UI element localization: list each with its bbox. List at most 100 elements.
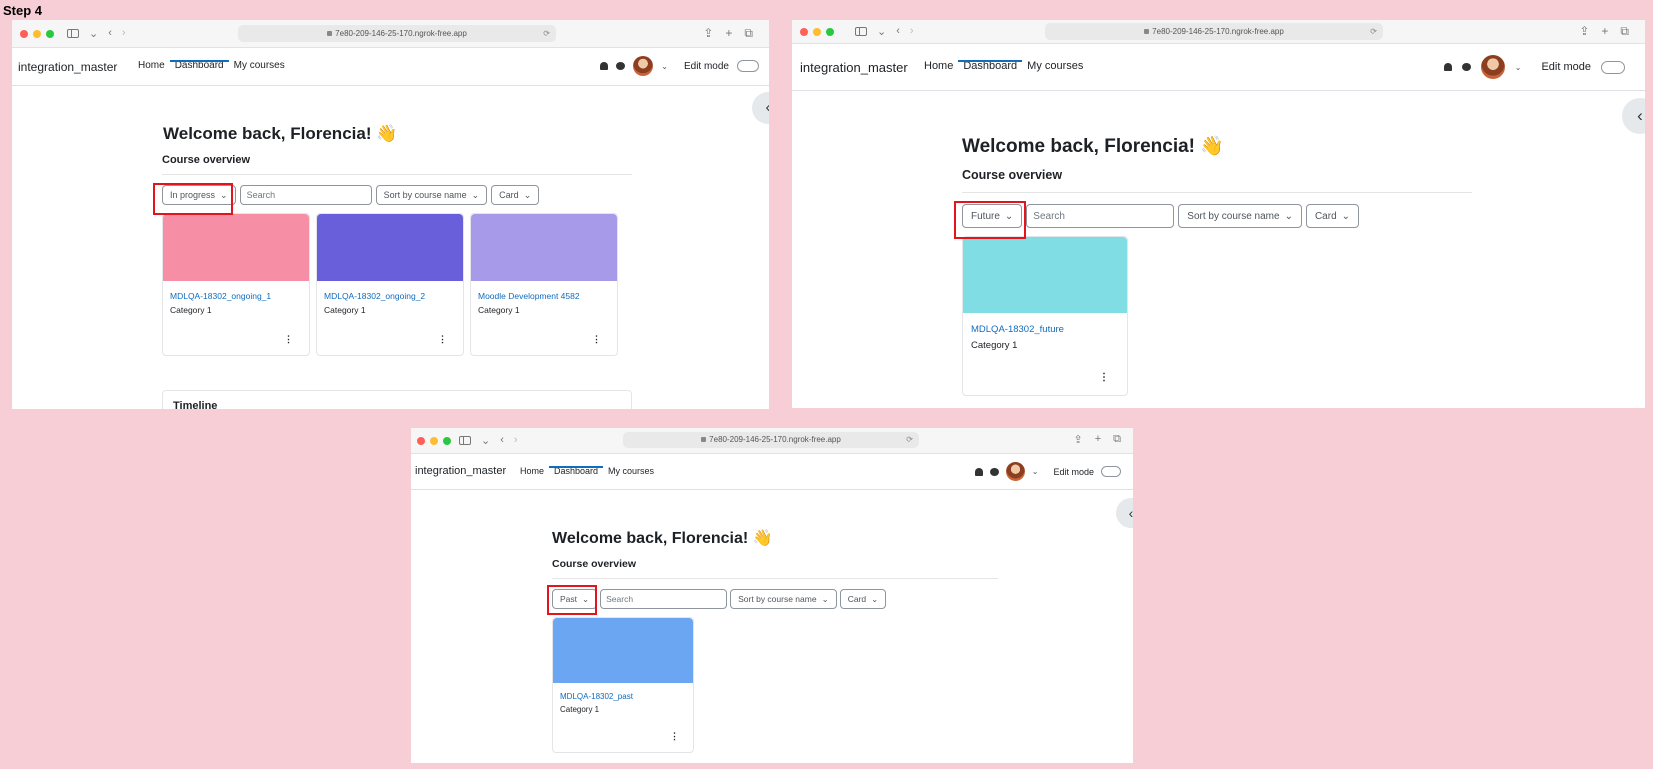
edit-mode-toggle[interactable] xyxy=(1101,466,1121,477)
tabs-overview-icon[interactable]: ⧉ xyxy=(744,26,753,41)
view-dropdown[interactable]: Card ⌄ xyxy=(491,185,540,205)
search-input[interactable]: Search xyxy=(600,589,728,609)
site-name[interactable]: integration_master xyxy=(800,60,908,75)
nav-my-courses[interactable]: My courses xyxy=(603,466,659,476)
course-card[interactable]: MDLQA-18302_past Category 1 ⋮ xyxy=(552,617,694,753)
back-icon[interactable]: ‹ xyxy=(500,434,504,447)
sort-dropdown[interactable]: Sort by course name ⌄ xyxy=(375,185,488,205)
course-actions-menu-icon[interactable]: ⋮ xyxy=(592,334,601,345)
bell-icon[interactable] xyxy=(1443,63,1452,71)
minimize-window-button[interactable] xyxy=(33,30,41,38)
new-tab-icon[interactable]: + xyxy=(1095,433,1101,446)
view-dropdown[interactable]: Card ⌄ xyxy=(839,589,887,609)
avatar[interactable] xyxy=(633,56,654,76)
avatar[interactable] xyxy=(1480,55,1505,79)
chevron-down-icon[interactable]: ⌄ xyxy=(877,25,886,38)
course-image[interactable] xyxy=(963,237,1127,313)
course-actions-menu-icon[interactable]: ⋮ xyxy=(670,731,679,742)
nav-dashboard[interactable]: Dashboard xyxy=(958,60,1023,72)
chat-icon[interactable] xyxy=(1461,63,1471,71)
search-input[interactable]: Search xyxy=(1026,204,1175,228)
course-image[interactable] xyxy=(471,214,617,281)
minimize-window-button[interactable] xyxy=(813,28,821,36)
site-name[interactable]: integration_master xyxy=(18,60,117,74)
course-image[interactable] xyxy=(317,214,463,281)
chat-icon[interactable] xyxy=(616,62,626,70)
forward-icon[interactable]: › xyxy=(910,25,914,38)
course-card[interactable]: Moodle Development 4582 Category 1 ⋮ xyxy=(470,213,618,356)
course-overview-heading: Course overview xyxy=(552,558,637,570)
course-actions-menu-icon[interactable]: ⋮ xyxy=(284,334,293,345)
course-actions-menu-icon[interactable]: ⋮ xyxy=(438,334,447,345)
nav-home[interactable]: Home xyxy=(515,466,549,476)
sort-dropdown[interactable]: Sort by course name ⌄ xyxy=(730,589,837,609)
course-image[interactable] xyxy=(163,214,309,281)
chevron-down-icon[interactable]: ⌄ xyxy=(1032,467,1039,476)
nav-home[interactable]: Home xyxy=(133,60,170,71)
forward-icon[interactable]: › xyxy=(122,27,126,40)
share-icon[interactable]: ⇪ xyxy=(703,26,713,41)
chevron-down-icon[interactable]: ⌄ xyxy=(1515,63,1522,72)
zoom-window-button[interactable] xyxy=(443,437,451,445)
address-bar[interactable]: 7e80-209-146-25-170.ngrok-free.app ⟳ xyxy=(1045,23,1383,40)
address-bar[interactable]: 7e80-209-146-25-170.ngrok-free.app ⟳ xyxy=(238,25,556,42)
sort-dropdown[interactable]: Sort by course name ⌄ xyxy=(1178,204,1302,228)
forward-icon[interactable]: › xyxy=(514,434,518,447)
close-window-button[interactable] xyxy=(20,30,28,38)
drawer-toggle-button[interactable]: ‹ xyxy=(752,92,769,124)
nav-dashboard[interactable]: Dashboard xyxy=(169,60,229,71)
course-image[interactable] xyxy=(553,618,693,683)
course-name-link[interactable]: MDLQA-18302_future xyxy=(971,324,1127,335)
close-window-button[interactable] xyxy=(800,28,808,36)
course-name-link[interactable]: MDLQA-18302_ongoing_2 xyxy=(324,291,463,301)
course-card[interactable]: MDLQA-18302_ongoing_2 Category 1 ⋮ xyxy=(316,213,464,356)
share-icon[interactable]: ⇪ xyxy=(1579,24,1589,39)
avatar[interactable] xyxy=(1005,462,1025,481)
reload-icon[interactable]: ⟳ xyxy=(543,25,550,42)
nav-my-courses[interactable]: My courses xyxy=(1022,60,1088,72)
drawer-toggle-button[interactable]: ‹ xyxy=(1622,98,1645,134)
tabs-overview-icon[interactable]: ⧉ xyxy=(1620,24,1629,39)
course-name-link[interactable]: Moodle Development 4582 xyxy=(478,291,617,301)
drawer-toggle-button[interactable]: ‹ xyxy=(1116,498,1133,528)
site-name[interactable]: integration_master xyxy=(415,465,506,477)
nav-home[interactable]: Home xyxy=(919,60,958,72)
share-icon[interactable]: ⇪ xyxy=(1073,433,1082,446)
chevron-down-icon[interactable]: ⌄ xyxy=(89,27,98,40)
chevron-down-icon[interactable]: ⌄ xyxy=(481,434,490,447)
view-dropdown[interactable]: Card ⌄ xyxy=(1305,204,1360,228)
nav-dashboard[interactable]: Dashboard xyxy=(549,466,604,476)
minimize-window-button[interactable] xyxy=(430,437,438,445)
chevron-down-icon[interactable]: ⌄ xyxy=(661,62,668,71)
new-tab-icon[interactable]: + xyxy=(725,26,732,41)
bell-icon[interactable] xyxy=(600,62,609,70)
timeline-heading: Timeline xyxy=(173,400,218,409)
back-icon[interactable]: ‹ xyxy=(108,27,112,40)
chevron-down-icon: ⌄ xyxy=(1341,210,1351,222)
course-name-link[interactable]: MDLQA-18302_past xyxy=(560,692,693,701)
zoom-window-button[interactable] xyxy=(826,28,834,36)
sidebar-toggle-icon[interactable] xyxy=(459,436,471,445)
address-bar[interactable]: 7e80-209-146-25-170.ngrok-free.app ⟳ xyxy=(623,432,919,448)
sidebar-toggle-icon[interactable] xyxy=(67,29,79,38)
course-actions-menu-icon[interactable]: ⋮ xyxy=(1099,372,1109,383)
course-card[interactable]: MDLQA-18302_ongoing_1 Category 1 ⋮ xyxy=(162,213,310,356)
course-category: Category 1 xyxy=(170,305,212,315)
course-card[interactable]: MDLQA-18302_future Category 1 ⋮ xyxy=(962,236,1128,396)
nav-my-courses[interactable]: My courses xyxy=(229,60,290,71)
new-tab-icon[interactable]: + xyxy=(1601,24,1608,39)
edit-mode-toggle[interactable] xyxy=(737,60,759,72)
reload-icon[interactable]: ⟳ xyxy=(906,432,913,448)
course-name-link[interactable]: MDLQA-18302_ongoing_1 xyxy=(170,291,309,301)
search-input[interactable]: Search xyxy=(239,185,372,205)
back-icon[interactable]: ‹ xyxy=(896,25,900,38)
reload-icon[interactable]: ⟳ xyxy=(1370,23,1377,40)
close-window-button[interactable] xyxy=(417,437,425,445)
edit-mode-toggle[interactable] xyxy=(1601,60,1625,74)
bell-icon[interactable] xyxy=(974,467,983,476)
lock-icon xyxy=(327,31,333,37)
sidebar-toggle-icon[interactable] xyxy=(855,27,867,36)
zoom-window-button[interactable] xyxy=(46,30,54,38)
tabs-overview-icon[interactable]: ⧉ xyxy=(1113,433,1121,446)
chat-icon[interactable] xyxy=(989,467,999,476)
